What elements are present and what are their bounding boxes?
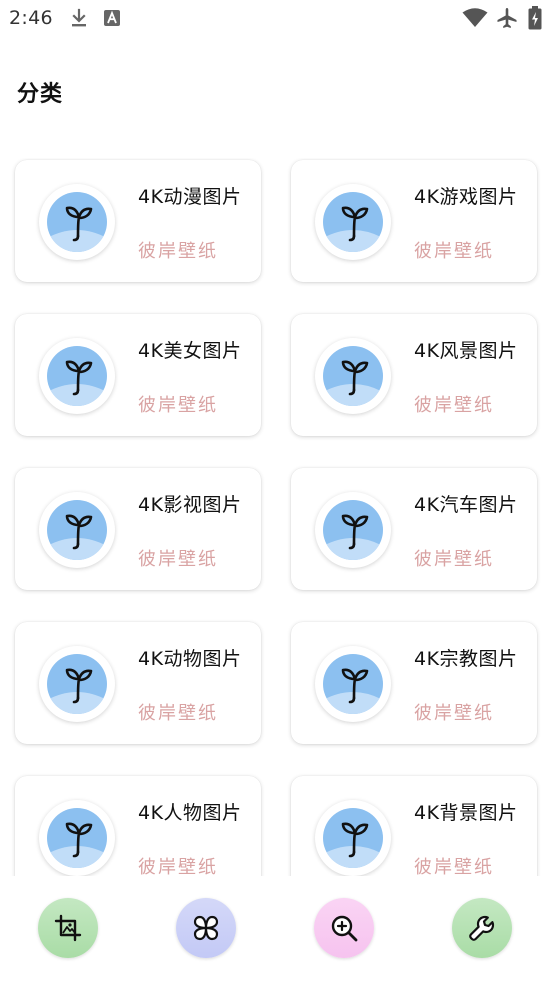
sprout-icon (323, 500, 383, 560)
sprout-icon (323, 808, 383, 868)
sprout-icon (47, 346, 107, 406)
category-card[interactable]: 4K宗教图片 彼岸壁纸 (291, 622, 537, 744)
wifi-icon (462, 8, 488, 27)
airplane-mode-icon (497, 8, 517, 28)
category-card[interactable]: 4K美女图片 彼岸壁纸 (15, 314, 261, 436)
sprout-icon (47, 654, 107, 714)
category-avatar (39, 800, 115, 876)
search-plus-icon (331, 915, 358, 942)
wrench-icon (469, 915, 495, 941)
category-card[interactable]: 4K风景图片 彼岸壁纸 (291, 314, 537, 436)
category-subtitle: 彼岸壁纸 (138, 395, 218, 416)
category-subtitle: 彼岸壁纸 (414, 241, 494, 262)
category-title: 4K汽车图片 (414, 494, 518, 516)
category-avatar (315, 184, 391, 260)
category-title: 4K美女图片 (138, 340, 242, 362)
category-card[interactable]: 4K动漫图片 彼岸壁纸 (15, 160, 261, 282)
sprout-icon (47, 500, 107, 560)
crop-image-icon (54, 914, 82, 942)
clover-icon (193, 915, 219, 941)
text-icon (104, 10, 120, 26)
category-subtitle: 彼岸壁纸 (414, 395, 494, 416)
category-avatar (315, 800, 391, 876)
category-card[interactable]: 4K人物图片 彼岸壁纸 (15, 776, 261, 876)
category-avatar (39, 646, 115, 722)
sprout-icon (323, 346, 383, 406)
sprout-icon (323, 654, 383, 714)
category-subtitle: 彼岸壁纸 (138, 857, 218, 876)
sprout-icon (47, 808, 107, 868)
page-title: 分类 (17, 82, 64, 107)
category-subtitle: 彼岸壁纸 (414, 549, 494, 570)
status-time: 2:46 (9, 7, 53, 29)
sprout-icon (47, 192, 107, 252)
nav-crop-button[interactable] (38, 898, 98, 958)
category-title: 4K人物图片 (138, 802, 242, 824)
category-title: 4K影视图片 (138, 494, 242, 516)
category-card[interactable]: 4K动物图片 彼岸壁纸 (15, 622, 261, 744)
category-title: 4K背景图片 (414, 802, 518, 824)
category-screen: 2:46 分类 4K动漫图片 彼岸壁纸 4K游戏图片 彼岸壁纸 4K美女图片 彼… (0, 0, 552, 983)
nav-category-button[interactable] (176, 898, 236, 958)
category-card[interactable]: 4K汽车图片 彼岸壁纸 (291, 468, 537, 590)
nav-settings-button[interactable] (452, 898, 512, 958)
bottom-nav (0, 876, 552, 983)
category-title: 4K游戏图片 (414, 186, 518, 208)
category-subtitle: 彼岸壁纸 (138, 703, 218, 724)
category-subtitle: 彼岸壁纸 (414, 703, 494, 724)
category-avatar (315, 338, 391, 414)
category-title: 4K动漫图片 (138, 186, 242, 208)
category-avatar (39, 184, 115, 260)
category-title: 4K宗教图片 (414, 648, 518, 670)
category-card[interactable]: 4K背景图片 彼岸壁纸 (291, 776, 537, 876)
category-card[interactable]: 4K影视图片 彼岸壁纸 (15, 468, 261, 590)
status-bar: 2:46 (0, 0, 552, 38)
category-subtitle: 彼岸壁纸 (138, 549, 218, 570)
category-avatar (315, 646, 391, 722)
category-grid[interactable]: 4K动漫图片 彼岸壁纸 4K游戏图片 彼岸壁纸 4K美女图片 彼岸壁纸 4K风景… (0, 158, 552, 876)
category-card[interactable]: 4K游戏图片 彼岸壁纸 (291, 160, 537, 282)
battery-charging-icon (528, 6, 542, 30)
category-subtitle: 彼岸壁纸 (414, 857, 494, 876)
category-title: 4K风景图片 (414, 340, 518, 362)
sprout-icon (323, 192, 383, 252)
category-avatar (39, 492, 115, 568)
category-avatar (39, 338, 115, 414)
category-title: 4K动物图片 (138, 648, 242, 670)
category-avatar (315, 492, 391, 568)
nav-search-button[interactable] (314, 898, 374, 958)
download-icon (72, 8, 86, 27)
category-subtitle: 彼岸壁纸 (138, 241, 218, 262)
